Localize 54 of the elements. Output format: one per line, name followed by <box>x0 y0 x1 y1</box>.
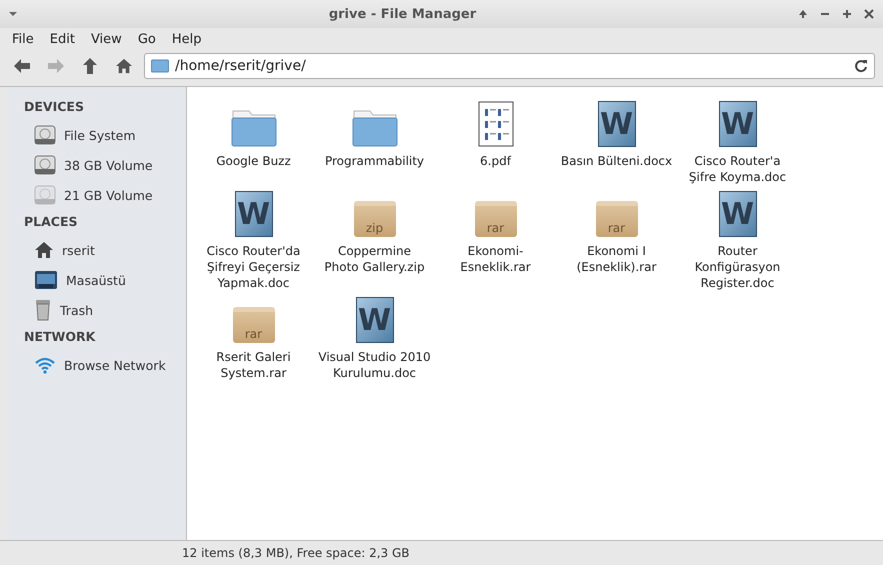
file-name[interactable]: Rserit Galeri System.rar <box>216 349 291 381</box>
up-arrow-icon <box>82 57 98 75</box>
sidebar-heading: DEVICES <box>23 98 85 116</box>
file-name[interactable]: Ekonomi- Esneklik.rar <box>460 243 531 275</box>
sidebar-item[interactable]: 38 GB Volume <box>16 150 186 180</box>
status-text: 12 items (8,3 MB), Free space: 2,3 GB <box>182 546 410 560</box>
sidebar-heading: PLACES <box>23 213 79 231</box>
sidebar-item[interactable]: rserit <box>16 235 186 265</box>
word-letter: W <box>358 302 392 338</box>
forward-arrow-icon <box>47 58 65 74</box>
menu-item[interactable]: View <box>84 32 128 46</box>
sidebar-item[interactable]: Masaüstü <box>16 265 186 295</box>
sidebar-item[interactable]: 21 GB Volume <box>16 180 186 210</box>
sidebar-item[interactable]: Browse Network <box>16 350 186 380</box>
maximize-icon[interactable] <box>841 8 853 20</box>
archive-type-label: rar <box>486 221 504 235</box>
archive-type-label: rar <box>608 221 626 235</box>
file-name[interactable]: Cisco Router'da Şifreyi Geçersiz Yapmak.doc <box>206 243 300 291</box>
word-letter: W <box>236 196 270 232</box>
sidebar-item[interactable]: Trash <box>16 295 186 325</box>
menu-item[interactable]: File <box>6 32 40 46</box>
file-name[interactable]: Google Buzz <box>216 153 291 169</box>
folder-icon <box>151 59 169 73</box>
location-field[interactable]: /home/rserit/grive/ <box>144 53 875 79</box>
file-name[interactable]: Coppermine Photo Gallery.zip <box>324 243 425 275</box>
window-title: grive - File Manager <box>328 6 478 22</box>
home-icon <box>115 58 133 74</box>
archive-type-label: rar <box>244 327 262 341</box>
file-name[interactable]: Basın Bülteni.docx <box>560 153 672 169</box>
file-name[interactable]: 6.pdf <box>480 153 511 169</box>
reload-icon[interactable] <box>854 59 868 73</box>
back-arrow-icon <box>13 58 31 74</box>
menu-item[interactable]: Help <box>166 32 208 46</box>
word-letter: W <box>720 196 754 232</box>
archive-type-label: zip <box>366 221 384 235</box>
file-name[interactable]: Router Konfigürasyon Register.doc <box>694 243 780 291</box>
menu-item[interactable]: Go <box>132 32 162 46</box>
document-icon <box>478 101 514 147</box>
word-letter: W <box>720 106 754 142</box>
keep-above-icon[interactable] <box>797 8 809 20</box>
window-menu-icon[interactable] <box>8 10 18 18</box>
file-name[interactable]: Cisco Router'a Şifre Koyma.doc <box>688 153 786 185</box>
wifi-icon <box>34 356 56 374</box>
sidebar-item[interactable]: File System <box>16 120 186 150</box>
sidebar-heading: NETWORK <box>23 328 96 346</box>
file-name[interactable]: Ekonomi I (Esneklik).rar <box>576 243 656 275</box>
close-icon[interactable] <box>863 8 875 20</box>
trash-icon <box>34 299 52 321</box>
word-letter: W <box>600 106 634 142</box>
home-icon <box>34 241 54 259</box>
file-name[interactable]: Programmability <box>324 153 424 169</box>
menu-item[interactable]: Edit <box>44 32 81 46</box>
file-name[interactable]: Visual Studio 2010 Kurulumu.doc <box>318 349 431 381</box>
desktop-icon <box>34 270 58 290</box>
